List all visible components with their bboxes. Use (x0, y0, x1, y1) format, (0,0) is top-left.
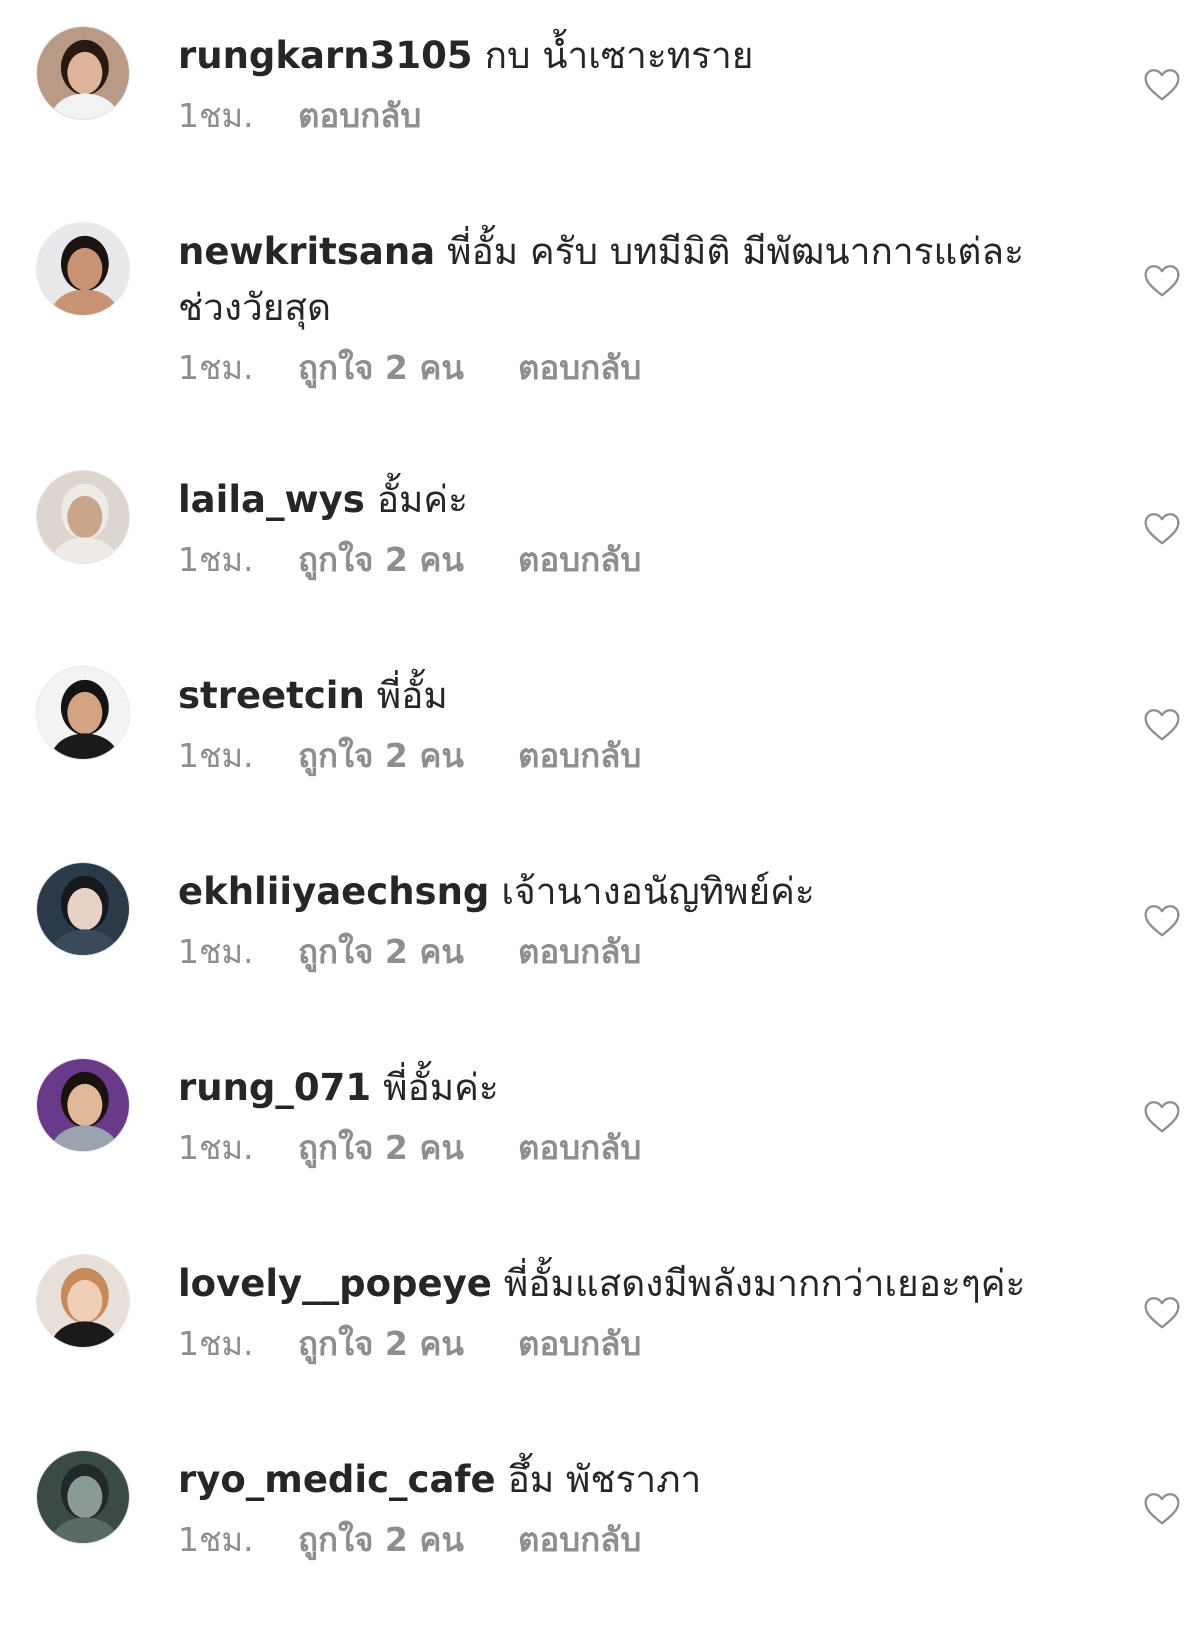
reply-button[interactable]: ตอบกลับ (518, 538, 641, 582)
heart-outline-icon[interactable] (1142, 1098, 1182, 1134)
reply-button[interactable]: ตอบกลับ (518, 734, 641, 778)
comment-text: laila_wys อั้มค่ะ (178, 472, 1078, 528)
comment-meta: 1ชม. ถูกใจ 2 คน ตอบกลับ (178, 1518, 1078, 1562)
heart-outline-icon[interactable] (1142, 1490, 1182, 1526)
comment-body: newkritsana พี่อั้ม ครับ บทมีมิติ มีพัฒนา… (178, 224, 1078, 390)
comment-meta: 1ชม. ถูกใจ 2 คน ตอบกลับ (178, 1322, 1078, 1366)
comment-body: ryo_medic_cafe อึ้ม พัชราภา 1ชม. ถูกใจ 2 คน… (178, 1452, 1078, 1562)
avatar[interactable] (36, 26, 130, 120)
comment-timestamp: 1ชม. (178, 540, 254, 579)
reply-button[interactable]: ตอบกลับ (518, 1126, 641, 1170)
comment-username[interactable]: rung_071 (178, 1066, 371, 1109)
comment-text: lovely__popeye พี่อั้มแสดงมีพลังมากกว่าเย… (178, 1256, 1078, 1312)
comment-username[interactable]: newkritsana (178, 230, 435, 273)
comment-text: ryo_medic_cafe อึ้ม พัชราภา (178, 1452, 1078, 1508)
comment-username[interactable]: laila_wys (178, 478, 365, 521)
comment-body: ekhliiyaechsng เจ้านางอนัญทิพย์ค่ะ 1ชม. ถูก… (178, 864, 1078, 974)
comment-timestamp: 1ชม. (178, 1128, 254, 1167)
comment-content: กบ น้ำเซาะทราย (484, 34, 754, 77)
comment-username[interactable]: rungkarn3105 (178, 34, 473, 77)
comment-timestamp: 1ชม. (178, 932, 254, 971)
comment-content: อึ้ม พัชราภา (507, 1458, 702, 1501)
comment-like-count[interactable]: ถูกใจ 2 คน (298, 734, 518, 778)
heart-outline-icon[interactable] (1142, 706, 1182, 742)
comment-username[interactable]: streetcin (178, 674, 365, 717)
comment-meta: 1ชม. ถูกใจ 2 คน ตอบกลับ (178, 930, 1078, 974)
comment-text: rung_071 พี่อั้มค่ะ (178, 1060, 1078, 1116)
comment-body: laila_wys อั้มค่ะ 1ชม. ถูกใจ 2 คน ตอบกลับ (178, 472, 1078, 582)
comment-text: streetcin พี่อั้ม (178, 668, 1078, 724)
comment-timestamp: 1ชม. (178, 736, 254, 775)
comment-meta: 1ชม. ถูกใจ 2 คน ตอบกลับ (178, 346, 1078, 390)
comment-meta: 1ชม. ถูกใจ 2 คน ตอบกลับ (178, 1126, 1078, 1170)
comment-content: พี่อั้มแสดงมีพลังมากกว่าเยอะๆค่ะ (503, 1262, 1026, 1305)
comment-content: อั้มค่ะ (376, 478, 469, 521)
comment-meta: 1ชม. ถูกใจ 2 คน ตอบกลับ (178, 538, 1078, 582)
comment-body: lovely__popeye พี่อั้มแสดงมีพลังมากกว่าเย… (178, 1256, 1078, 1366)
comment-text: rungkarn3105 กบ น้ำเซาะทราย (178, 28, 1078, 84)
comment-content: เจ้านางอนัญทิพย์ค่ะ (501, 870, 815, 913)
comment-text: newkritsana พี่อั้ม ครับ บทมีมิติ มีพัฒนา… (178, 224, 1078, 336)
comment-username[interactable]: ryo_medic_cafe (178, 1458, 496, 1501)
reply-button[interactable]: ตอบกลับ (518, 1322, 641, 1366)
avatar[interactable] (36, 862, 130, 956)
comment-timestamp: 1ชม. (178, 96, 254, 135)
comment-like-count[interactable]: ถูกใจ 2 คน (298, 1518, 518, 1562)
comment-like-count[interactable]: ถูกใจ 2 คน (298, 346, 518, 390)
comment-body: streetcin พี่อั้ม 1ชม. ถูกใจ 2 คน ตอบกลับ (178, 668, 1078, 778)
heart-outline-icon[interactable] (1142, 66, 1182, 102)
avatar[interactable] (36, 1058, 130, 1152)
comment-body: rung_071 พี่อั้มค่ะ 1ชม. ถูกใจ 2 คน ตอบกลับ (178, 1060, 1078, 1170)
comment-username[interactable]: lovely__popeye (178, 1262, 492, 1305)
reply-button[interactable]: ตอบกลับ (298, 94, 421, 138)
comment-timestamp: 1ชม. (178, 348, 254, 387)
comment-like-count[interactable]: ถูกใจ 2 คน (298, 930, 518, 974)
comment-like-count[interactable]: ถูกใจ 2 คน (298, 1322, 518, 1366)
reply-button[interactable]: ตอบกลับ (518, 930, 641, 974)
avatar[interactable] (36, 1254, 130, 1348)
comment-like-count[interactable]: ถูกใจ 2 คน (298, 1126, 518, 1170)
heart-outline-icon[interactable] (1142, 510, 1182, 546)
heart-outline-icon[interactable] (1142, 262, 1182, 298)
comment-username[interactable]: ekhliiyaechsng (178, 870, 489, 913)
comment-meta: 1ชม. ถูกใจ 2 คน ตอบกลับ (178, 734, 1078, 778)
comment-body: rungkarn3105 กบ น้ำเซาะทราย 1ชม. ตอบกลับ (178, 28, 1078, 138)
avatar[interactable] (36, 1450, 130, 1544)
comment-content: พี่อั้มค่ะ (383, 1066, 499, 1109)
comment-meta: 1ชม. ตอบกลับ (178, 94, 1078, 138)
comment-content: พี่อั้ม (376, 674, 448, 717)
comment-text: ekhliiyaechsng เจ้านางอนัญทิพย์ค่ะ (178, 864, 1078, 920)
reply-button[interactable]: ตอบกลับ (518, 346, 641, 390)
avatar[interactable] (36, 666, 130, 760)
comment-timestamp: 1ชม. (178, 1324, 254, 1363)
avatar[interactable] (36, 222, 130, 316)
avatar[interactable] (36, 470, 130, 564)
comment-timestamp: 1ชม. (178, 1520, 254, 1559)
comment-like-count[interactable]: ถูกใจ 2 คน (298, 538, 518, 582)
heart-outline-icon[interactable] (1142, 902, 1182, 938)
heart-outline-icon[interactable] (1142, 1294, 1182, 1330)
reply-button[interactable]: ตอบกลับ (518, 1518, 641, 1562)
comment-list: rungkarn3105 กบ น้ำเซาะทราย 1ชม. ตอบกลับ new… (0, 0, 1202, 1645)
